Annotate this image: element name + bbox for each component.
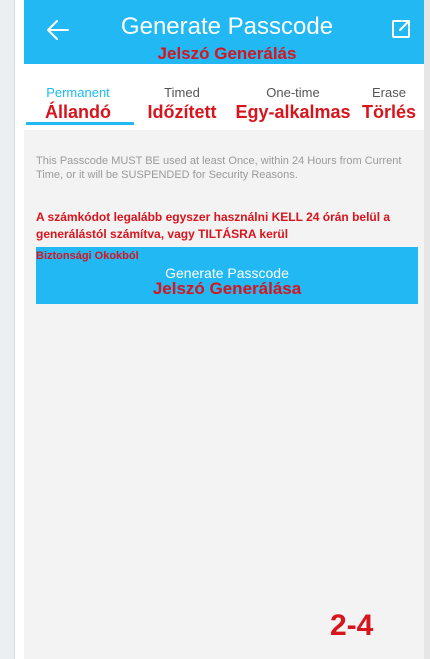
tab-erase[interactable]: Erase Törlés <box>358 64 420 130</box>
open-external-icon[interactable] <box>390 18 412 40</box>
phone-screen: Generate Passcode Jelszó Generálás Perma… <box>24 0 430 659</box>
security-notice-annotation: A számkódot legalább egyszer használni K… <box>36 210 391 241</box>
page: Generate Passcode Jelszó Generálás Perma… <box>0 0 430 659</box>
page-title: Generate Passcode <box>120 13 334 40</box>
tab-timed-label: Timed <box>164 85 200 100</box>
tab-bar: Permanent Állandó Timed Időzített One-ti… <box>24 64 430 130</box>
tab-permanent-annotation: Állandó <box>45 102 111 122</box>
page-number: 2-4 <box>330 609 374 642</box>
security-notice: This Passcode MUST BE used at least Once… <box>36 155 402 181</box>
generate-passcode-annotation: Jelszó Generálása <box>152 279 302 298</box>
tab-permanent[interactable]: Permanent Állandó <box>28 64 128 130</box>
active-tab-indicator <box>26 122 134 125</box>
tab-timed[interactable]: Timed Időzített <box>138 64 226 130</box>
security-reason-annotation: Biztonsági Okokból <box>36 250 139 262</box>
page-title-annotation: Jelszó Generálás <box>157 44 297 63</box>
left-frame <box>0 0 15 659</box>
generate-passcode-button[interactable]: Biztonsági Okokból Generate Passcode Jel… <box>36 247 418 304</box>
tab-erase-annotation: Törlés <box>361 102 417 122</box>
app-header: Generate Passcode Jelszó Generálás <box>24 0 430 64</box>
tab-one-time[interactable]: One-time Egy-alkalmas <box>235 64 350 130</box>
tab-timed-annotation: Időzített <box>147 102 217 122</box>
tab-one-time-label: One-time <box>266 85 320 100</box>
tab-erase-label: Erase <box>372 85 406 100</box>
right-frame <box>424 0 430 659</box>
tab-one-time-annotation: Egy-alkalmas <box>235 102 351 122</box>
tab-permanent-label: Permanent <box>46 85 110 100</box>
